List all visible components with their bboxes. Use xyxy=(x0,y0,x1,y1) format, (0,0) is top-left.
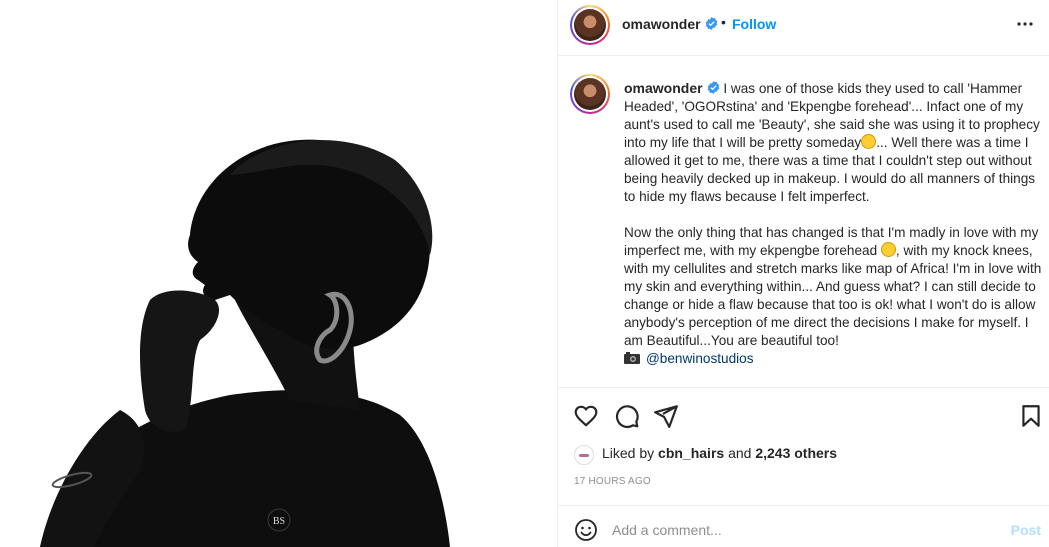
likes-count-link[interactable]: 2,243 others xyxy=(755,445,837,461)
verified-badge-icon xyxy=(707,81,719,94)
comment-input[interactable] xyxy=(612,515,992,545)
caption-text: omawonder I was one of those kids they u… xyxy=(624,79,1044,368)
caption-section: omawonder I was one of those kids they u… xyxy=(558,57,1049,388)
photographer-mention-link[interactable]: @benwinostudios xyxy=(646,351,754,366)
camera-icon xyxy=(624,352,640,364)
post-comment-button[interactable]: Post xyxy=(1011,522,1041,538)
laughing-emoji-icon xyxy=(880,242,896,257)
post-sidebar: omawonder • Follow omawonder I was one o… xyxy=(558,0,1049,547)
more-options-icon[interactable] xyxy=(1013,12,1037,36)
post-timestamp[interactable]: 17 HOURS AGO xyxy=(574,476,651,487)
author-avatar[interactable] xyxy=(570,5,610,45)
laughing-emoji-icon xyxy=(861,134,877,149)
liker-username-link[interactable]: cbn_hairs xyxy=(658,445,724,461)
likes-text: Liked by cbn_hairs and 2,243 others xyxy=(602,445,838,461)
verified-badge-icon xyxy=(705,17,717,30)
header-separator: • xyxy=(721,14,726,30)
caption-username[interactable]: omawonder xyxy=(624,80,720,96)
silhouette-portrait-image: BS xyxy=(0,0,557,547)
author-username[interactable]: omawonder xyxy=(622,16,718,32)
smiley-icon[interactable] xyxy=(574,518,598,542)
paper-plane-icon[interactable] xyxy=(653,403,679,429)
bookmark-icon[interactable] xyxy=(1018,403,1044,429)
post-photo[interactable]: BS xyxy=(0,0,557,547)
post-header: omawonder • Follow xyxy=(558,0,1049,56)
post-actions xyxy=(558,398,1049,432)
comment-bar: Post xyxy=(558,505,1049,547)
follow-button[interactable]: Follow xyxy=(732,16,776,32)
heart-icon[interactable] xyxy=(573,403,599,429)
photo-watermark: BS xyxy=(273,516,285,527)
comment-icon[interactable] xyxy=(614,403,640,429)
caption-author-avatar[interactable] xyxy=(570,74,610,114)
caption-paragraph-2b: , with my knock knees, with my cellulite… xyxy=(624,243,1046,348)
liker-avatar[interactable] xyxy=(574,445,594,465)
